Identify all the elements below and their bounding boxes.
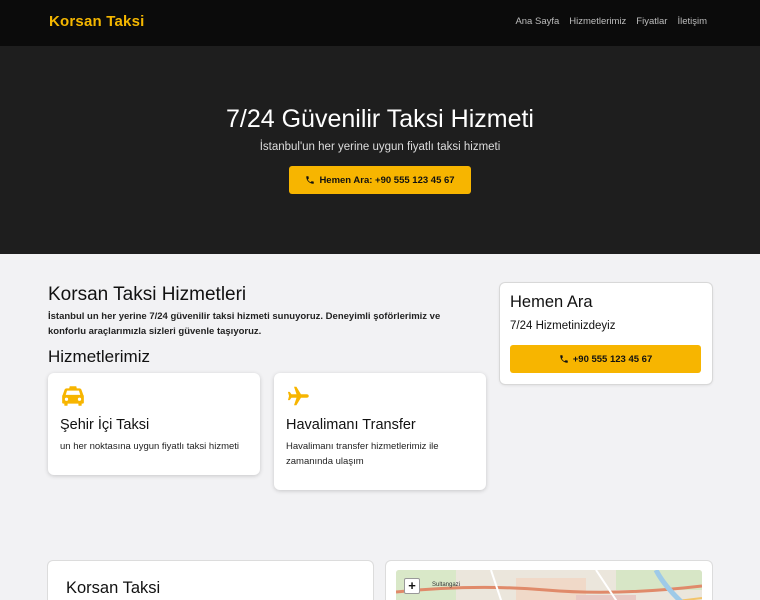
service-card-city-taxi[interactable]: Şehir İçi Taksi un her noktasına uygun f… bbox=[48, 373, 260, 475]
service-card-title: Şehir İçi Taksi bbox=[60, 417, 150, 433]
call-box-button[interactable]: +90 555 123 45 67 bbox=[510, 345, 701, 373]
nav-link-prices[interactable]: Fiyatlar bbox=[636, 16, 667, 27]
call-box-subtitle: 7/24 Hizmetinizdeyiz bbox=[510, 320, 616, 332]
service-card-text: un her noktasına uygun fiyatlı taksi hiz… bbox=[60, 441, 240, 452]
nav-link-home[interactable]: Ana Sayfa bbox=[515, 16, 559, 27]
section-description: İstanbul un her yerine 7/24 güvenilir ta… bbox=[48, 311, 441, 337]
call-box-title: Hemen Ara bbox=[510, 293, 593, 311]
services-title: Hizmetlerimiz bbox=[48, 347, 150, 366]
call-box: Hemen Ara 7/24 Hizmetinizdeyiz +90 555 1… bbox=[500, 283, 712, 384]
phone-icon bbox=[306, 176, 315, 184]
section-title: Korsan Taksi Hizmetleri bbox=[48, 284, 247, 305]
brand-logo[interactable]: Korsan Taksi bbox=[49, 13, 145, 30]
taxi-icon bbox=[62, 386, 84, 406]
contact-card-title: Korsan Taksi bbox=[66, 579, 161, 597]
nav-link-services[interactable]: Hizmetlerimiz bbox=[569, 16, 626, 27]
service-card-airport-transfer[interactable]: Havalimanı Transfer Havalimanı transfer … bbox=[274, 373, 486, 490]
map-card: + Sultangazi bbox=[386, 561, 712, 600]
nav-links: Ana Sayfa Hizmetlerimiz Fiyatlar İletişi… bbox=[515, 16, 707, 27]
call-box-button-label: +90 555 123 45 67 bbox=[572, 353, 653, 365]
contact-card: Korsan Taksi bbox=[48, 561, 373, 600]
map-place-label: Sultangazi bbox=[432, 582, 461, 588]
plane-icon bbox=[287, 386, 309, 406]
phone-icon bbox=[559, 355, 568, 363]
hero-title: 7/24 Güvenilir Taksi Hizmeti bbox=[226, 105, 534, 133]
service-card-text: Havalimanı transfer hizmetlerimiz ile za… bbox=[286, 441, 439, 467]
hero-call-label: Hemen Ara: +90 555 123 45 67 bbox=[319, 174, 455, 186]
zoom-in-button[interactable]: + bbox=[404, 578, 420, 594]
hero-subtitle: İstanbul'un her yerine uygun fiyatlı tak… bbox=[259, 141, 501, 153]
hero-section: 7/24 Güvenilir Taksi Hizmeti İstanbul'un… bbox=[0, 46, 760, 254]
service-card-title: Havalimanı Transfer bbox=[286, 417, 416, 433]
hero-call-button[interactable]: Hemen Ara: +90 555 123 45 67 bbox=[289, 166, 471, 194]
nav-link-contact[interactable]: İletişim bbox=[677, 16, 707, 27]
map[interactable]: + Sultangazi bbox=[396, 570, 702, 600]
navbar: Korsan Taksi Ana Sayfa Hizmetlerimiz Fiy… bbox=[0, 0, 760, 46]
